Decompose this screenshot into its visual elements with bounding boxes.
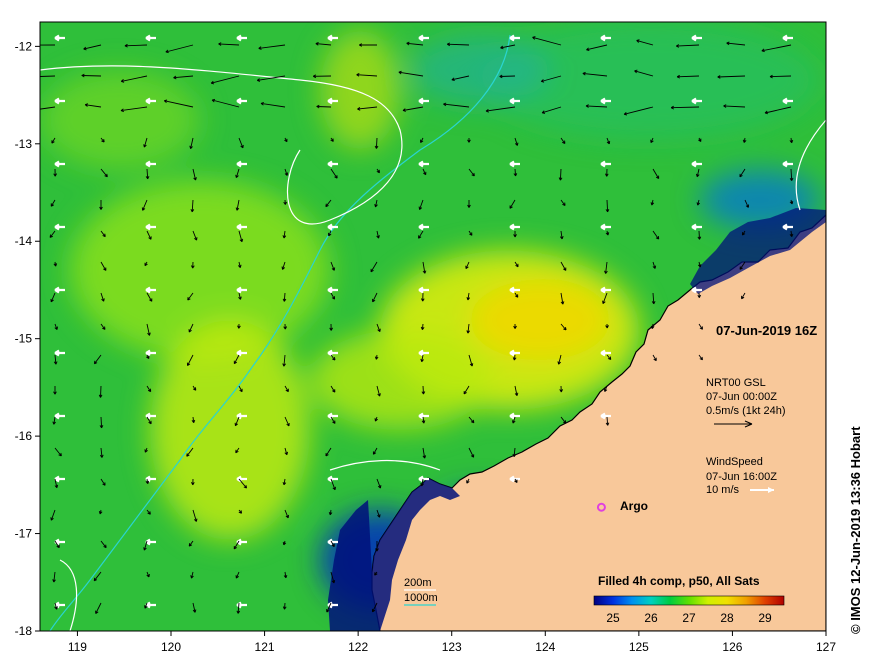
y-tick-label: -18 <box>15 624 33 638</box>
y-tick-label: -13 <box>15 137 33 151</box>
current-legend-line1: NRT00 GSL <box>706 377 766 389</box>
argo-label: Argo <box>620 499 648 513</box>
colorbar-tick-label: 25 <box>606 611 620 625</box>
y-tick-label: -17 <box>15 527 33 541</box>
colorbar-tick-label: 27 <box>682 611 696 625</box>
y-tick-label: -12 <box>15 39 33 53</box>
contour-legend-200m: 200m <box>404 577 432 589</box>
x-tick-label: 122 <box>348 640 368 654</box>
colorbar-title: Filled 4h comp, p50, All Sats <box>598 574 760 588</box>
current-legend-line3: 0.5m/s (1kt 24h) <box>706 405 785 417</box>
plot-area <box>40 22 826 631</box>
colorbar-gradient <box>593 595 785 606</box>
wind-legend-line1: WindSpeed <box>706 456 763 468</box>
colorbar-tick-label: 28 <box>720 611 734 625</box>
x-tick-label: 119 <box>68 640 87 654</box>
current-legend-line2: 07-Jun 00:00Z <box>706 391 777 403</box>
x-tick-label: 124 <box>535 640 555 654</box>
y-tick-label: -16 <box>15 429 33 443</box>
y-axis: -12 -13 -14 -15 -16 -17 -18 <box>15 39 40 638</box>
colorbar-tick-label: 26 <box>644 611 658 625</box>
x-tick-label: 125 <box>629 640 649 654</box>
wind-legend-line3: 10 m/s <box>706 484 740 496</box>
map-date-title: 07-Jun-2019 16Z <box>716 323 817 338</box>
y-tick-label: -14 <box>15 234 33 248</box>
x-tick-label: 120 <box>161 640 181 654</box>
x-tick-label: 127 <box>816 640 836 654</box>
y-tick-label: -15 <box>15 332 33 346</box>
colorbar-tick-label: 29 <box>758 611 772 625</box>
x-tick-label: 123 <box>442 640 462 654</box>
contour-legend-1000m: 1000m <box>404 592 438 604</box>
imos-credit: © IMOS 12-Jun-2019 13:36 Hobart <box>848 426 863 634</box>
x-tick-label: 126 <box>722 640 742 654</box>
sst-map: 119 120 121 122 123 124 125 126 127 -12 -13 -14 -15… <box>15 21 863 654</box>
x-axis: 119 120 121 122 123 124 125 126 127 <box>68 631 836 654</box>
x-tick-label: 121 <box>255 640 275 654</box>
wind-legend-line2: 07-Jun 16:00Z <box>706 471 777 483</box>
